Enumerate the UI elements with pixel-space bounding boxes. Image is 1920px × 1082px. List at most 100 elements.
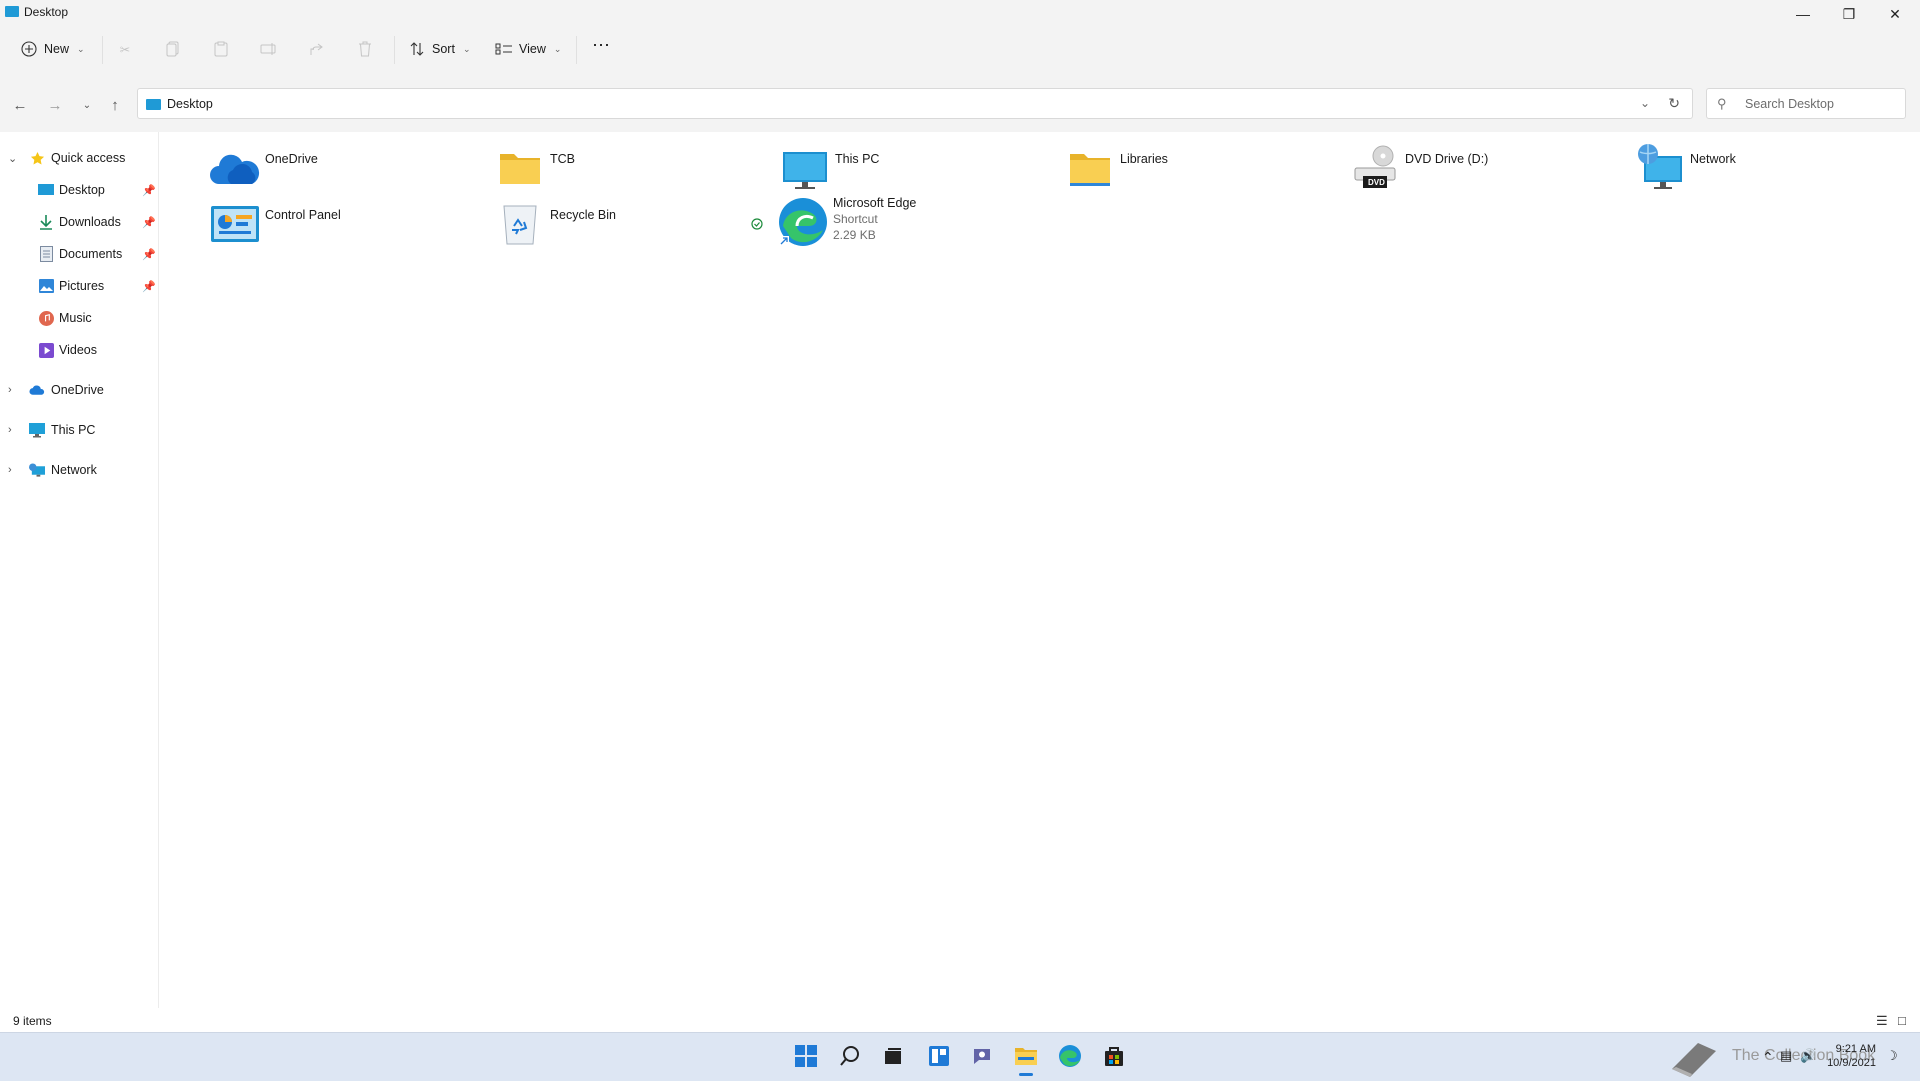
search-placeholder: Search Desktop — [1745, 97, 1834, 111]
picture-icon — [38, 278, 54, 294]
network-icon — [29, 462, 45, 478]
ellipsis-icon: ⋯ — [592, 34, 610, 55]
file-view: OneDrive TCB This PC Libraries DVD DVD D… — [159, 132, 1920, 1008]
paste-button[interactable] — [212, 38, 230, 60]
sync-status-check-icon — [751, 218, 763, 230]
item-dvd-drive[interactable]: DVD DVD Drive (D:) — [1349, 142, 1629, 198]
breadcrumb[interactable]: Desktop — [167, 97, 213, 111]
forward-button[interactable]: → — [44, 94, 66, 116]
chevron-down-icon: ⌄ — [77, 43, 85, 54]
sidebar-item-videos[interactable]: Videos — [0, 337, 158, 363]
item-type: Shortcut — [833, 212, 878, 226]
cut-button[interactable]: ✂ — [116, 38, 134, 60]
chevron-right-icon[interactable]: › — [8, 384, 12, 396]
item-onedrive[interactable]: OneDrive — [209, 142, 489, 198]
clock-date[interactable]: 10/9/2021 — [1816, 1057, 1876, 1069]
arrow-left-icon: ← — [12, 96, 28, 114]
chat-button[interactable] — [967, 1042, 997, 1072]
refresh-icon[interactable]: ↻ — [1668, 95, 1680, 112]
network-tray-icon[interactable]: ▤ — [1780, 1048, 1792, 1064]
sidebar-item-label: Network — [51, 463, 97, 477]
more-options-button[interactable]: ⋯ — [592, 34, 610, 56]
recent-locations-button[interactable]: ⌄ — [76, 94, 98, 116]
folder-icon — [494, 142, 546, 194]
pin-icon[interactable]: 📌 — [142, 280, 156, 293]
sidebar-item-pictures[interactable]: Pictures 📌 — [0, 273, 158, 299]
widgets-button[interactable] — [924, 1042, 954, 1072]
delete-button[interactable] — [356, 38, 374, 60]
copy-button[interactable] — [164, 38, 182, 60]
copy-icon — [164, 40, 182, 58]
folder-icon — [1014, 1045, 1038, 1070]
windows-icon — [794, 1044, 818, 1071]
sort-button[interactable]: Sort ⌄ — [408, 38, 470, 60]
recycle-bin-icon — [494, 198, 546, 250]
item-name: TCB — [550, 152, 575, 166]
sidebar-item-onedrive[interactable]: › OneDrive — [0, 377, 158, 403]
rename-icon — [260, 40, 278, 58]
volume-icon[interactable]: 🔊 — [1800, 1048, 1816, 1064]
item-microsoft-edge[interactable]: Microsoft Edge Shortcut 2.29 KB — [739, 192, 1059, 256]
search-button[interactable] — [835, 1042, 865, 1072]
item-recycle-bin[interactable]: Recycle Bin — [494, 198, 774, 254]
scissors-icon: ✂ — [119, 42, 131, 57]
item-network[interactable]: Network — [1634, 142, 1914, 198]
chevron-down-icon: ⌄ — [553, 43, 562, 54]
chevron-down-icon: ⌄ — [82, 99, 92, 111]
onedrive-icon — [209, 142, 261, 194]
chat-icon — [971, 1045, 993, 1070]
details-view-icon[interactable]: ☰ — [1876, 1013, 1888, 1029]
sort-label: Sort — [432, 42, 455, 56]
address-bar[interactable]: Desktop ⌄ ↻ — [137, 88, 1693, 119]
search-box[interactable]: ⚲ Search Desktop — [1706, 88, 1906, 119]
item-libraries[interactable]: Libraries — [1064, 142, 1344, 198]
chevron-down-icon[interactable]: ⌄ — [1640, 96, 1650, 110]
pin-icon[interactable]: 📌 — [142, 248, 156, 261]
sidebar-item-this-pc[interactable]: › This PC — [0, 417, 158, 443]
sidebar-item-label: Documents — [59, 247, 123, 261]
new-button[interactable]: New ⌄ — [20, 38, 85, 60]
sidebar-item-label: Music — [59, 311, 92, 325]
desktop-icon — [38, 182, 54, 198]
large-icons-view-icon[interactable]: □ — [1898, 1013, 1906, 1028]
item-tcb[interactable]: TCB — [494, 142, 774, 198]
edge-taskbar-button[interactable] — [1055, 1042, 1085, 1072]
clock-time[interactable]: 9:21 AM — [1826, 1043, 1876, 1055]
monitor-icon — [29, 422, 45, 438]
sidebar-item-documents[interactable]: Documents 📌 — [0, 241, 158, 267]
pin-icon[interactable]: 📌 — [142, 184, 156, 197]
network-icon — [1634, 142, 1686, 194]
command-bar: New ⌄ ✂ Sort ⌄ View ⌄ ⋯ — [0, 24, 1920, 77]
item-control-panel[interactable]: Control Panel — [209, 198, 489, 254]
store-button[interactable] — [1099, 1042, 1129, 1072]
chevron-right-icon[interactable]: › — [8, 464, 12, 476]
up-button[interactable]: ↑ — [104, 94, 126, 116]
item-name: Libraries — [1120, 152, 1168, 166]
dvd-badge: DVD — [1368, 178, 1385, 187]
item-this-pc[interactable]: This PC — [779, 142, 1059, 198]
sidebar-item-network[interactable]: › Network — [0, 457, 158, 483]
download-icon — [38, 214, 54, 230]
sidebar-item-label: Quick access — [51, 151, 126, 165]
file-explorer-taskbar-button[interactable] — [1011, 1042, 1041, 1076]
task-view-button[interactable] — [878, 1042, 908, 1072]
sidebar-item-desktop[interactable]: Desktop 📌 — [0, 177, 158, 203]
sidebar-item-music[interactable]: Music — [0, 305, 158, 331]
status-bar: 9 items ☰ □ — [0, 1008, 1920, 1032]
rename-button[interactable] — [260, 38, 278, 60]
sidebar-item-quick-access[interactable]: ⌄ Quick access — [0, 145, 158, 171]
back-button[interactable]: ← — [9, 94, 31, 116]
tray-chevron-up-icon[interactable]: ⌃ — [1762, 1049, 1774, 1066]
start-button[interactable] — [791, 1042, 821, 1072]
pin-icon[interactable]: 📌 — [142, 216, 156, 229]
chevron-right-icon[interactable]: › — [8, 424, 12, 436]
title-bar: Desktop — ❐ ✕ — [0, 0, 1920, 24]
sidebar-item-label: Videos — [59, 343, 97, 357]
notification-icon[interactable]: ☽ — [1886, 1048, 1898, 1064]
sidebar-item-downloads[interactable]: Downloads 📌 — [0, 209, 158, 235]
sidebar-item-label: This PC — [51, 423, 96, 437]
chevron-down-icon[interactable]: ⌄ — [8, 152, 17, 165]
navigation-pane: ⌄ Quick access Desktop 📌 Downloads 📌 Doc… — [0, 132, 159, 1008]
share-button[interactable] — [308, 38, 326, 60]
view-button[interactable]: View ⌄ — [495, 38, 561, 60]
